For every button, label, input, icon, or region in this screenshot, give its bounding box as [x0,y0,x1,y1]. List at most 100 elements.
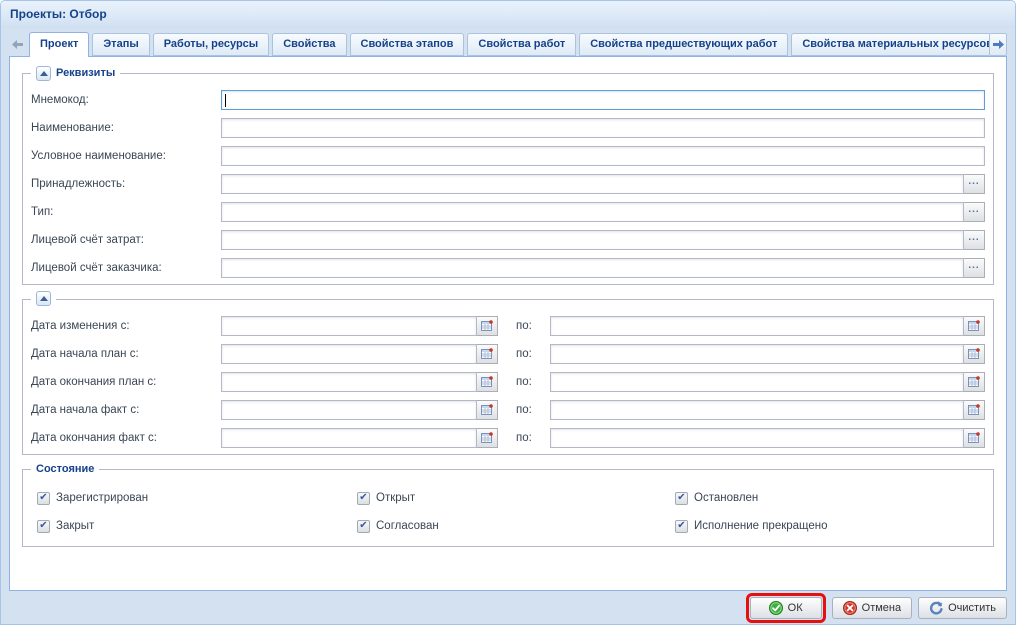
litsevoy-schet-zakazchika-lookup-button[interactable]: ... [963,258,985,278]
naimenovanie-input[interactable] [221,118,985,138]
data-nachala-plan-from-input[interactable] [221,344,477,364]
tip-lookup-button[interactable]: ... [963,202,985,222]
data-izmeneniya-label: Дата изменения с: [31,320,221,332]
tab-etapy[interactable]: Этапы [92,33,149,56]
mnemokod-input[interactable] [221,90,985,110]
tab-proekt[interactable]: Проект [29,32,89,57]
data-izmeneniya-from-calendar-button[interactable] [476,316,498,336]
dates-fieldset: Дата изменения с: по: Дата начала план с… [22,299,994,455]
litsevoy-schet-zakazchika-label: Лицевой счёт заказчика: [31,262,221,274]
litsevoy-schet-zatrat-label: Лицевой счёт затрат: [31,234,221,246]
date-row: Дата начала факт с: по: [31,396,985,424]
requisites-legend-label: Реквизиты [56,65,115,81]
ellipsis-icon: ... [968,234,979,242]
tab-svoystva-etapov[interactable]: Свойства этапов [350,33,465,56]
checkbox-otkryt[interactable]: Открыт [357,484,675,512]
state-checkbox-grid: Зарегистрирован Открыт Остановлен Закрыт… [31,482,985,544]
projects-filter-window: Проекты: Отбор Проект Этапы Работы, ресу… [0,0,1016,625]
tab-svoystva-materialnykh-resursov[interactable]: Свойства материальных ресурсов [791,33,989,56]
tab-svoystva[interactable]: Свойства [272,33,346,56]
checkbox-label: Согласован [376,520,439,532]
tab-raboty-resursy[interactable]: Работы, ресурсы [153,33,269,56]
calendar-icon [968,376,980,388]
collapse-dates-button[interactable] [36,291,51,306]
form-row: Лицевой счёт затрат: ... [31,226,985,254]
tab-svoystva-rabot[interactable]: Свойства работ [467,33,576,56]
clear-button[interactable]: Очистить [918,597,1007,619]
data-okonchaniya-plan-to-input[interactable] [550,372,964,392]
tip-input[interactable] [221,202,964,222]
calendar-icon [481,432,493,444]
ok-button[interactable]: ОК [750,597,822,619]
data-okonchaniya-fakt-from-calendar-button[interactable] [476,428,498,448]
to-label: по: [516,432,542,444]
data-okonchaniya-fakt-from-input[interactable] [221,428,477,448]
text-caret [225,94,226,107]
arrow-right-icon [992,40,1004,49]
data-okonchaniya-plan-from-input[interactable] [221,372,477,392]
ok-button-label: ОК [788,602,803,614]
data-izmeneniya-from-input[interactable] [221,316,477,336]
checkbox-zakryt[interactable]: Закрыт [37,512,357,540]
data-nachala-fakt-to-input[interactable] [550,400,964,420]
data-nachala-fakt-to-calendar-button[interactable] [963,400,985,420]
data-nachala-fakt-from-input[interactable] [221,400,477,420]
data-okonchaniya-plan-from-calendar-button[interactable] [476,372,498,392]
annotation-highlight: ОК [746,593,826,623]
data-okonchaniya-plan-to-calendar-button[interactable] [963,372,985,392]
state-legend: Состояние [31,461,99,477]
data-nachala-plan-to-calendar-button[interactable] [963,344,985,364]
litsevoy-schet-zakazchika-input[interactable] [221,258,964,278]
calendar-icon [481,376,493,388]
litsevoy-schet-zatrat-input[interactable] [221,230,964,250]
calendar-icon [968,348,980,360]
to-label: по: [516,320,542,332]
uslovnoe-naimenovanie-input[interactable] [221,146,985,166]
checkbox-zaregistrirovan[interactable]: Зарегистрирован [37,484,357,512]
cancel-button-label: Отмена [862,602,901,614]
calendar-icon [481,320,493,332]
calendar-icon [481,404,493,416]
checkbox-soglasovan[interactable]: Согласован [357,512,675,540]
naimenovanie-label: Наименование: [31,122,221,134]
checkbox-ispolnenie-prekrashcheno[interactable]: Исполнение прекращено [675,512,985,540]
tab-scroll-right-button[interactable] [989,33,1007,56]
checkbox-label: Исполнение прекращено [694,520,828,532]
form-row: Принадлежность: ... [31,170,985,198]
data-nachala-plan-to-input[interactable] [550,344,964,364]
litsevoy-schet-zatrat-lookup-button[interactable]: ... [963,230,985,250]
data-nachala-fakt-from-calendar-button[interactable] [476,400,498,420]
form-row: Условное наименование: [31,142,985,170]
chevron-up-icon [40,71,48,76]
chevron-up-icon [40,296,48,301]
tab-scroll-left-button[interactable] [9,33,27,56]
form-row: Мнемокод: [31,86,985,114]
data-izmeneniya-to-calendar-button[interactable] [963,316,985,336]
calendar-icon [968,404,980,416]
tabs-list: Проект Этапы Работы, ресурсы Свойства Св… [29,31,989,57]
ellipsis-icon: ... [968,178,979,186]
data-nachala-fakt-label: Дата начала факт с: [31,404,221,416]
cancel-button[interactable]: Отмена [832,597,912,619]
data-nachala-plan-from-calendar-button[interactable] [476,344,498,364]
checkbox-ostanovlen[interactable]: Остановлен [675,484,985,512]
tip-label: Тип: [31,206,221,218]
uslovnoe-naimenovanie-label: Условное наименование: [31,150,221,162]
date-row: Дата окончания план с: по: [31,368,985,396]
collapse-requisites-button[interactable] [36,66,51,81]
state-fieldset: Состояние Зарегистрирован Открыт Останов… [22,469,994,547]
prinadlezhnost-input[interactable] [221,174,964,194]
footer-toolbar: ОК Отмена Очистить [2,592,1014,623]
ellipsis-icon: ... [968,262,979,270]
checked-checkbox-icon [675,492,688,505]
to-label: по: [516,404,542,416]
window-title: Проекты: Отбор [1,1,1015,28]
ellipsis-icon: ... [968,206,979,214]
data-okonchaniya-fakt-to-input[interactable] [550,428,964,448]
tab-strip: Проект Этапы Работы, ресурсы Свойства Св… [9,31,1007,57]
tab-svoystva-predshestvuyushchikh-rabot[interactable]: Свойства предшествующих работ [579,33,788,56]
data-izmeneniya-to-input[interactable] [550,316,964,336]
data-okonchaniya-fakt-to-calendar-button[interactable] [963,428,985,448]
clear-button-label: Очистить [948,602,996,614]
prinadlezhnost-lookup-button[interactable]: ... [963,174,985,194]
